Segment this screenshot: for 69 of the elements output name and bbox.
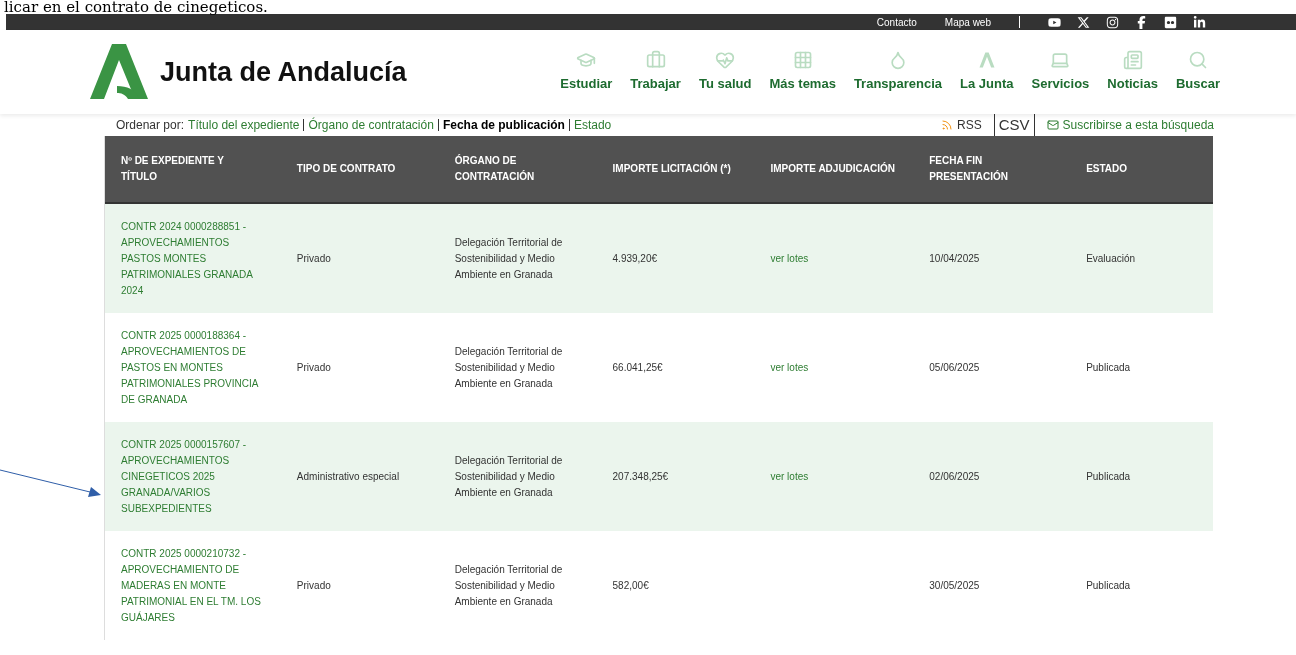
brand-name: Junta de Andalucía bbox=[160, 55, 407, 89]
column-header: FECHA FIN PRESENTACIÓN bbox=[928, 154, 1009, 184]
instagram-icon[interactable] bbox=[1106, 15, 1119, 29]
nav-item[interactable]: Servicios bbox=[1031, 50, 1090, 94]
expedient-link[interactable]: CONTR 2025 0000210732 - APROVECHAMIENTO DE MADERAS EN MONTE PATRIMONIAL EN EL TM. LOS GUÁJARES bbox=[121, 545, 261, 626]
newspaper-icon bbox=[1122, 50, 1143, 71]
subscribe-link[interactable]: Suscribirse a esta búsqueda bbox=[1046, 116, 1214, 134]
sort-option[interactable]: Título del expediente bbox=[188, 116, 300, 134]
nav-item[interactable]: Transparencia bbox=[853, 50, 943, 94]
youtube-icon[interactable] bbox=[1048, 15, 1061, 29]
tender-amount: 582,00€ bbox=[612, 579, 649, 591]
lots-link[interactable]: ver lotes bbox=[770, 252, 809, 264]
nav-item[interactable]: Más temas bbox=[769, 50, 836, 94]
column-header: IMPORTE LICITACIÓN (*) bbox=[611, 161, 732, 176]
expedient-link[interactable]: CONTR 2025 0000188364 - APROVECHAMIENTOS DE PASTOS EN MONTES PATRIMONIALES PROVINCIA DE GRANADA bbox=[121, 327, 261, 408]
contract-type: Privado bbox=[296, 252, 331, 264]
status-text: Publicada bbox=[1086, 361, 1131, 373]
heart-pulse-icon bbox=[715, 50, 736, 71]
deadline-date: 10/04/2025 bbox=[929, 252, 980, 264]
contract-type: Privado bbox=[296, 361, 331, 373]
deadline-date: 02/06/2025 bbox=[929, 470, 980, 482]
lots-link[interactable]: ver lotes bbox=[770, 470, 809, 482]
sort-option[interactable]: Fecha de publicación bbox=[442, 116, 565, 134]
status-text: Evaluación bbox=[1086, 252, 1136, 264]
contracting-body: Delegación Territorial de Sostenibilidad y Medio Ambiente en Granada bbox=[454, 236, 563, 280]
status-text: Publicada bbox=[1086, 579, 1131, 591]
expedient-link[interactable]: CONTR 2024 0000288851 - APROVECHAMIENTOS PASTOS MONTES PATRIMONIALES GRANADA 2024 bbox=[121, 218, 261, 299]
nav-item[interactable]: Buscar bbox=[1175, 50, 1220, 94]
sort-option[interactable]: Órgano de contratación bbox=[308, 116, 434, 134]
status-text: Publicada bbox=[1086, 470, 1131, 482]
column-header: TIPO DE CONTRATO bbox=[295, 162, 397, 176]
nav-item[interactable]: La Junta bbox=[960, 50, 1014, 94]
letter-a-icon bbox=[976, 50, 997, 71]
lots-link[interactable]: ver lotes bbox=[770, 361, 809, 373]
annotation-text: licar en el contrato de cinegeticos. bbox=[3, 0, 269, 14]
nav-item[interactable]: Tu salud bbox=[698, 50, 752, 94]
facebook-icon[interactable] bbox=[1135, 15, 1148, 29]
deadline-date: 30/05/2025 bbox=[929, 579, 980, 591]
column-header: ESTADO bbox=[1085, 162, 1129, 176]
grid-icon bbox=[792, 50, 813, 71]
contract-type: Privado bbox=[296, 579, 331, 591]
top-link[interactable]: Mapa web bbox=[944, 14, 991, 30]
nav-item[interactable]: Noticias bbox=[1107, 50, 1158, 94]
contract-type: Administrativo especial bbox=[296, 470, 400, 482]
x-icon[interactable] bbox=[1077, 15, 1090, 29]
flickr-icon[interactable] bbox=[1164, 15, 1177, 29]
search-icon bbox=[1187, 50, 1208, 71]
contracting-body: Delegación Territorial de Sostenibilidad y Medio Ambiente en Granada bbox=[454, 454, 563, 498]
tender-amount: 66.041,25€ bbox=[612, 361, 663, 373]
column-header: ÓRGANO DE CONTRATACIÓN bbox=[453, 153, 536, 184]
linkedin-icon[interactable] bbox=[1193, 15, 1206, 29]
rss-icon bbox=[941, 119, 954, 131]
contracting-body: Delegación Territorial de Sostenibilidad y Medio Ambiente en Granada bbox=[454, 563, 563, 607]
mail-icon bbox=[1046, 119, 1059, 131]
tender-amount: 4.939,20€ bbox=[612, 252, 658, 264]
nav-item[interactable]: Trabajar bbox=[630, 50, 681, 94]
column-header: Nº DE EXPEDIENTE Y TÍTULO bbox=[120, 154, 225, 184]
tender-amount: 207.348,25€ bbox=[612, 470, 669, 482]
sort-label: Ordenar por: bbox=[116, 117, 185, 134]
nav-item[interactable]: Estudiar bbox=[560, 50, 613, 94]
column-header: IMPORTE ADJUDICACIÓN bbox=[769, 161, 897, 176]
top-link[interactable]: Contacto bbox=[876, 14, 917, 30]
sort-option[interactable]: Estado bbox=[573, 116, 612, 134]
briefcase-icon bbox=[645, 50, 666, 71]
deadline-date: 05/06/2025 bbox=[929, 361, 980, 373]
rss-link[interactable]: RSS bbox=[941, 116, 982, 134]
expedient-link[interactable]: CONTR 2025 0000157607 - APROVECHAMIENTOS CINEGETICOS 2025 GRANADA/VARIOS SUBEXPEDIENTES bbox=[121, 436, 261, 517]
brand-logo-icon bbox=[90, 44, 148, 100]
contracting-body: Delegación Territorial de Sostenibilidad y Medio Ambiente en Granada bbox=[454, 345, 563, 389]
